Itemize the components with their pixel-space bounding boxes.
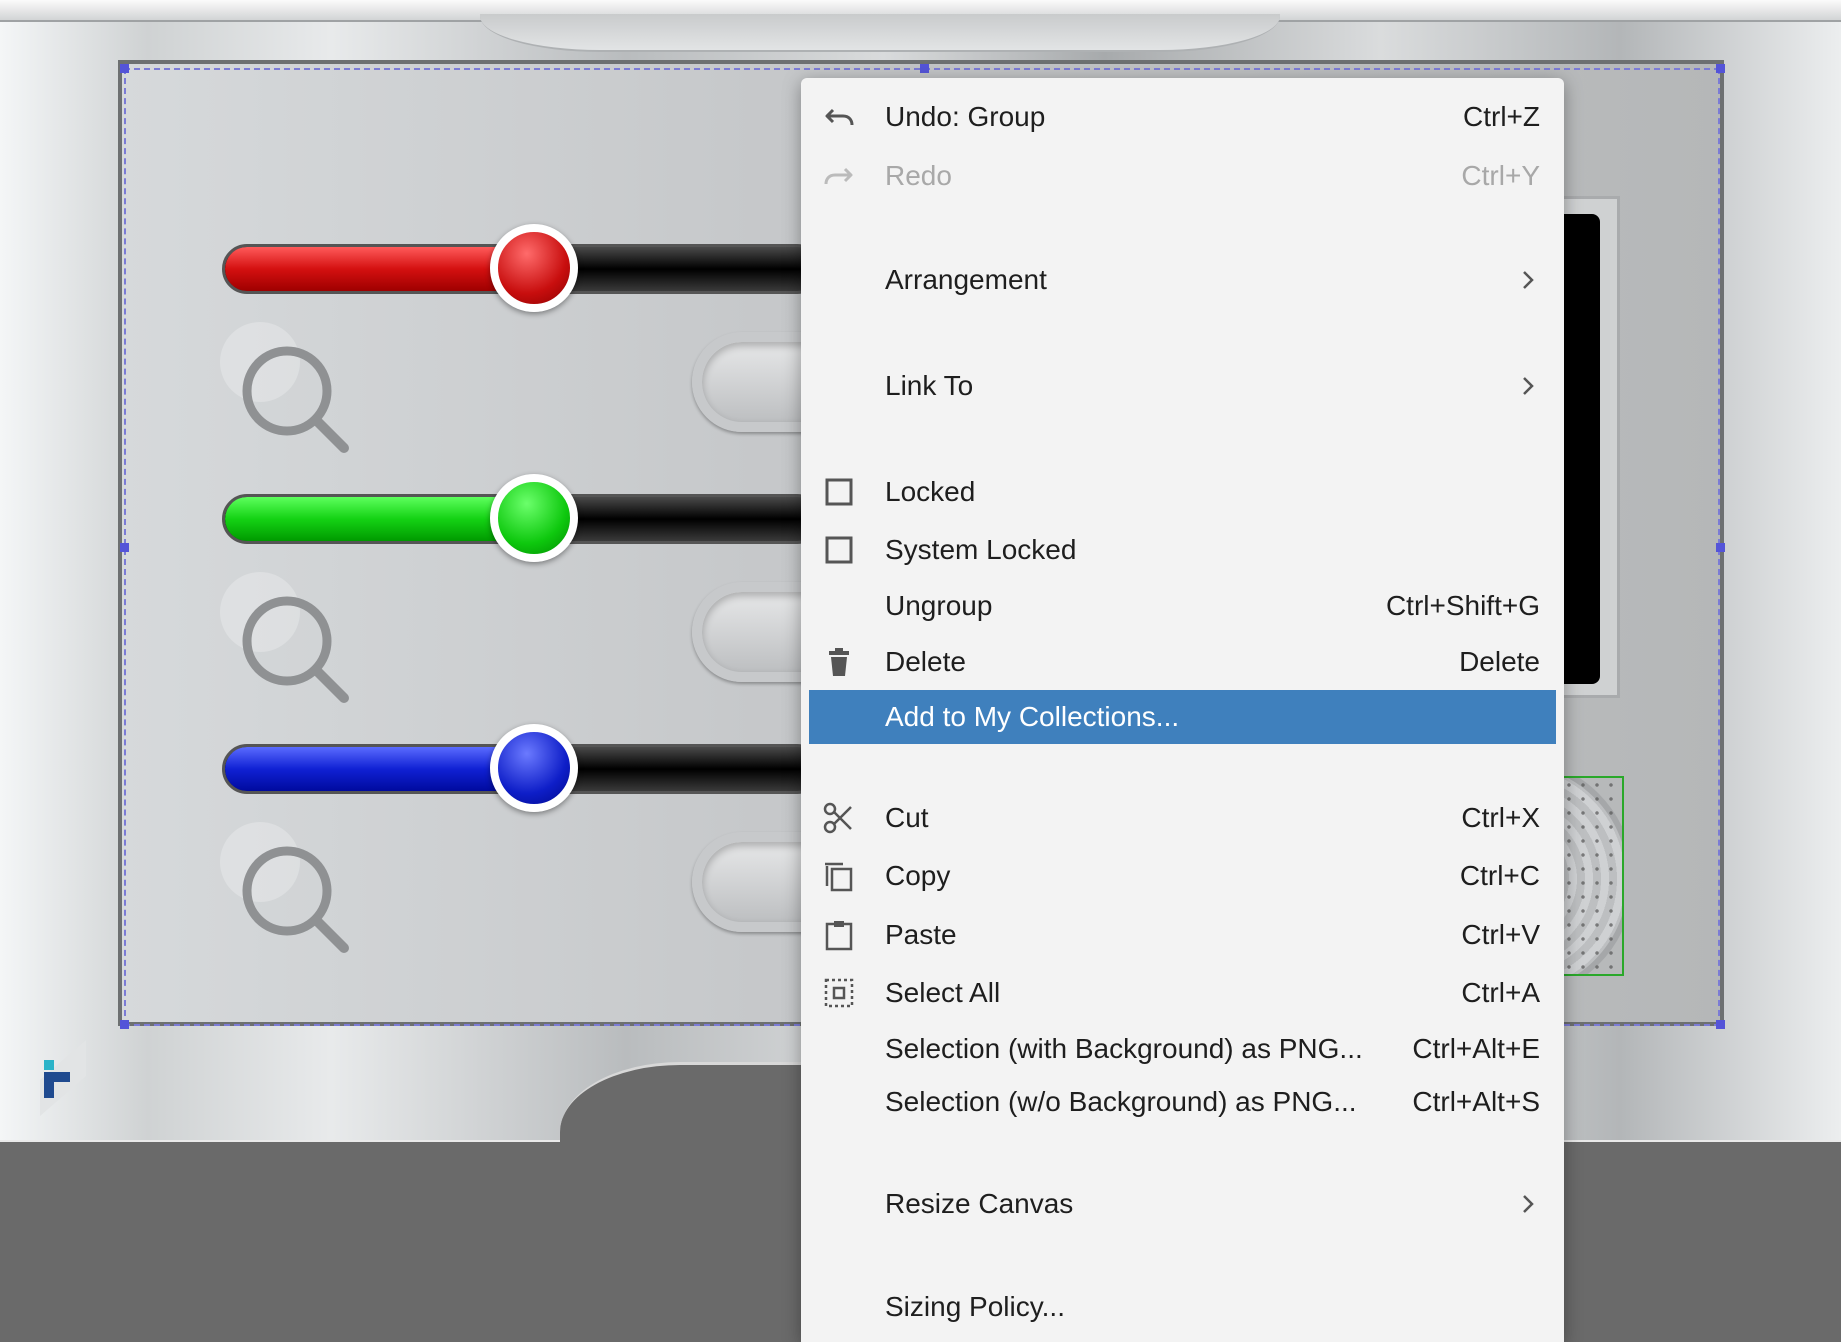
menu-item-select-all[interactable]: Select All Ctrl+A [801,966,1564,1020]
menu-item-label: Arrangement [885,264,1047,295]
menu-item-add-to-my-collections[interactable]: Add to My Collections... [809,690,1556,744]
menu-item-label: Delete [885,646,966,677]
zoom-search-icon[interactable] [232,336,362,466]
menu-item-label: Cut [885,802,929,833]
resize-handle-top[interactable] [920,64,929,73]
app-window: Undo: Group Ctrl+Z Redo Ctrl+Y Arrangeme… [0,0,1841,1342]
menu-item-shortcut: Ctrl+X [1461,802,1540,833]
menu-item-shortcut: Ctrl+V [1461,919,1540,950]
zoom-search-icon[interactable] [232,586,362,716]
menu-item-label: Copy [885,860,951,891]
context-menu: Undo: Group Ctrl+Z Redo Ctrl+Y Arrangeme… [801,78,1564,1342]
menu-item-label: Locked [885,476,976,507]
menu-item-label: Link To [885,370,974,401]
menu-item-locked[interactable]: Locked [801,465,1564,519]
menu-item-shortcut: Ctrl+Y [1461,160,1540,191]
menu-item-delete[interactable]: Delete Delete [801,635,1564,689]
menu-item-label: Undo: Group [885,101,1046,132]
chevron-right-icon [1523,1195,1534,1213]
scissors-icon [823,802,852,834]
green-slider-knob[interactable] [490,474,578,562]
trash-icon [829,648,849,676]
menu-item-label: Selection (w/o Background) as PNG... [885,1086,1357,1117]
menu-item-sizing-policy[interactable]: Sizing Policy... [801,1280,1564,1334]
redo-icon [824,167,853,185]
menu-item-undo[interactable]: Undo: Group Ctrl+Z [801,90,1564,144]
menu-item-paste[interactable]: Paste Ctrl+V [801,908,1564,962]
menu-item-label: Select All [885,977,1001,1008]
copy-icon [825,862,853,892]
menu-item-shortcut: Ctrl+C [1459,860,1540,891]
dial-widget[interactable] [1560,776,1624,976]
checkbox-icon[interactable] [823,534,855,566]
menu-item-shortcut: Ctrl+A [1461,977,1540,1008]
menu-item-ungroup[interactable]: Ungroup Ctrl+Shift+G [801,579,1564,633]
resize-handle-left[interactable] [120,543,129,552]
clipboard-icon [825,921,853,951]
menu-item-arrangement[interactable]: Arrangement [801,253,1564,307]
menu-item-label: Redo [885,160,952,191]
menu-item-export-png-with-background[interactable]: Selection (with Background) as PNG... Ct… [801,1022,1564,1076]
menu-item-label: Paste [885,919,957,950]
menu-item-shortcut: Ctrl+Shift+G [1385,590,1540,621]
menu-item-shortcut: Delete [1459,646,1540,677]
select-all-icon [824,978,854,1008]
blue-slider-knob[interactable] [490,724,578,812]
menu-item-shortcut: Ctrl+Alt+E [1412,1033,1540,1064]
resize-handle-right[interactable] [1716,543,1725,552]
menu-item-label: Sizing Policy... [885,1291,1065,1322]
device-top-notch [480,14,1280,52]
menu-item-system-locked[interactable]: System Locked [801,523,1564,577]
checkbox-icon[interactable] [823,476,855,508]
menu-item-label: Add to My Collections... [885,701,1180,732]
resize-handle-bottom-right[interactable] [1716,1020,1725,1029]
chevron-right-icon [1523,271,1534,289]
menu-item-cut[interactable]: Cut Ctrl+X [801,791,1564,845]
menu-item-export-png-without-background[interactable]: Selection (w/o Background) as PNG... Ctr… [801,1075,1564,1129]
chevron-right-icon [1523,377,1534,395]
menu-item-label: System Locked [885,534,1077,565]
menu-item-label: Ungroup [885,590,993,621]
menu-item-shortcut: Ctrl+Alt+S [1412,1086,1540,1117]
app-logo-icon [40,1040,86,1116]
menu-item-label: Selection (with Background) as PNG... [885,1033,1363,1064]
zoom-search-icon[interactable] [232,836,362,966]
menu-item-copy[interactable]: Copy Ctrl+C [801,849,1564,903]
resize-handle-bottom-left[interactable] [120,1020,129,1029]
menu-item-resize-canvas[interactable]: Resize Canvas [801,1177,1564,1231]
menu-item-label: Resize Canvas [885,1188,1074,1219]
resize-handle-top-right[interactable] [1716,64,1725,73]
dial-dots [1562,778,1622,974]
menu-item-shortcut: Ctrl+Z [1463,101,1540,132]
undo-icon [825,108,854,126]
menu-item-link-to[interactable]: Link To [801,359,1564,413]
red-slider-knob[interactable] [490,224,578,312]
menu-item-redo[interactable]: Redo Ctrl+Y [801,149,1564,203]
resize-handle-top-left[interactable] [120,64,129,73]
